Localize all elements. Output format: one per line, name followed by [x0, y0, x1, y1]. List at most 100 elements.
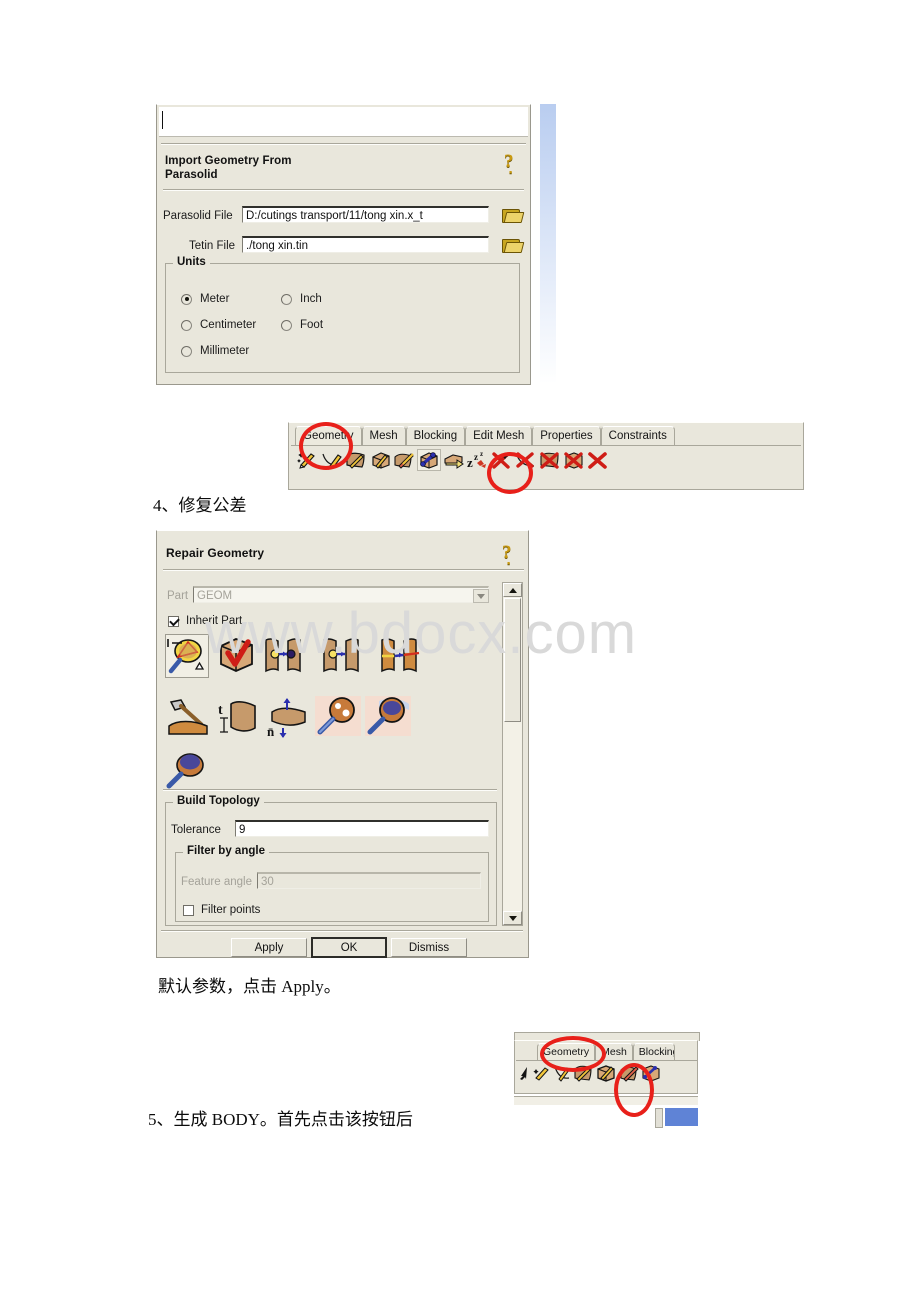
tab-label: Mesh [369, 430, 398, 442]
tab-constraints[interactable]: Constraints [600, 426, 675, 445]
delete-surface-icon[interactable] [539, 450, 561, 470]
unit-option-foot[interactable]: Foot [281, 319, 323, 331]
stitch-edges-icon[interactable] [379, 634, 431, 676]
help-question-icon[interactable]: ? ▪ [502, 543, 512, 568]
apply-button-label: Apply [254, 941, 284, 954]
ok-button[interactable]: OK [311, 937, 387, 958]
tab-label: Constraints [608, 430, 667, 442]
divider-top [161, 143, 526, 145]
delete-any-icon[interactable] [587, 450, 609, 470]
build-topology-icon[interactable] [215, 634, 257, 676]
tab-blocking[interactable]: Blocking [405, 426, 466, 445]
create-body-icon[interactable] [595, 1063, 617, 1083]
tetin-file-input[interactable]: ./tong xin.tin [242, 236, 489, 253]
unit-option-inch[interactable]: Inch [281, 293, 322, 305]
caption-apply-note: 默认参数，点击 Apply。 [158, 977, 341, 996]
tab-label: Blocking [638, 1046, 675, 1058]
caption-step-5: 5、生成 BODY。首先点击该按钮后 [148, 1110, 413, 1129]
inspect-surface-icon[interactable] [365, 696, 411, 736]
check-geometry-icon[interactable] [165, 750, 211, 790]
adjust-normals-icon[interactable]: n̄ [265, 696, 311, 740]
ok-button-label: OK [340, 941, 358, 954]
folder-open-icon[interactable] [502, 207, 525, 223]
divider-under-title [163, 569, 524, 571]
unit-option-millimeter[interactable]: Millimeter [181, 345, 249, 357]
tab-properties[interactable]: Properties [532, 426, 601, 445]
tab-mesh[interactable]: Mesh [361, 426, 406, 445]
chevron-down-icon[interactable] [473, 589, 489, 603]
tetin-file-label: Tetin File [189, 240, 236, 252]
window-edge-gradient [540, 104, 556, 384]
tab-label: Edit Mesh [473, 430, 525, 442]
build-diagnostic-topology-icon[interactable] [165, 634, 209, 678]
tab-blocking[interactable]: Blocking [632, 1043, 675, 1060]
match-edges-icon[interactable] [321, 634, 373, 676]
help-question-icon[interactable]: ? ▪ [504, 152, 514, 177]
tolerance-label: Tolerance [171, 824, 221, 836]
inherit-part-label: Inherit Part [186, 615, 243, 627]
radio-foot[interactable] [281, 319, 292, 331]
build-topology-group-label: Build Topology [173, 795, 264, 807]
selection-highlight-fragment [665, 1108, 698, 1126]
find-surface-icon[interactable] [315, 696, 361, 736]
unit-label-inch: Inch [300, 293, 322, 305]
units-group-label: Units [173, 256, 210, 268]
scrollbar-thumb[interactable] [504, 598, 521, 722]
unit-option-centimeter[interactable]: Centimeter [181, 319, 256, 331]
parasolid-file-input[interactable]: D:/cutings transport/11/tong xin.x_t [242, 206, 489, 223]
create-block-icon[interactable] [393, 450, 415, 470]
message-input[interactable] [159, 107, 528, 137]
dismiss-button-label: Dismiss [408, 941, 450, 954]
scroll-handle-fragment[interactable] [655, 1108, 663, 1128]
radio-centimeter[interactable] [181, 319, 192, 331]
tab-label: Properties [540, 430, 593, 442]
tabrow-underline [291, 445, 801, 446]
folder-open-icon[interactable] [502, 237, 525, 253]
parasolid-file-label: Parasolid File [163, 210, 233, 222]
feature-angle-input[interactable]: 30 [257, 872, 481, 889]
feature-angle-label: Feature angle [181, 876, 252, 888]
repair-geometry-icon[interactable] [417, 449, 441, 471]
tab-label: Blocking [413, 430, 458, 442]
filter-points-row[interactable]: Filter points [183, 904, 260, 916]
filter-points-checkbox[interactable] [183, 904, 194, 916]
radio-inch[interactable] [281, 293, 292, 305]
scroll-down-arrow-icon[interactable] [503, 911, 522, 925]
divider-above-buttons [161, 930, 523, 932]
close-holes-icon[interactable] [263, 634, 315, 676]
apply-button[interactable]: Apply [231, 938, 307, 957]
unit-option-meter[interactable]: Meter [181, 293, 229, 305]
tolerance-input[interactable]: 9 [235, 820, 489, 837]
filter-by-angle-group-label: Filter by angle [183, 845, 269, 857]
modify-surface-icon[interactable] [165, 696, 213, 740]
inherit-part-row[interactable]: Inherit Part [168, 615, 242, 627]
svg-text:t: t [218, 703, 223, 718]
adjust-thickness-icon[interactable]: t [217, 696, 261, 740]
caption-step-4: 4、修复公差 [153, 496, 247, 515]
unit-label-foot: Foot [300, 319, 324, 331]
create-body-icon[interactable] [369, 450, 391, 470]
dismiss-button[interactable]: Dismiss [391, 938, 467, 957]
inherit-part-checkbox[interactable] [168, 615, 179, 627]
tab-edit-mesh[interactable]: Edit Mesh [465, 426, 533, 445]
radio-millimeter[interactable] [181, 345, 192, 357]
import-dialog-title-line1: Import Geometry From [165, 155, 292, 167]
cursor-arrow-icon[interactable] [517, 1063, 531, 1083]
import-geometry-dialog: Import Geometry From Parasolid ? ▪ Paraso… [156, 104, 531, 385]
restore-dormant-icon[interactable]: z z z [467, 450, 489, 470]
repair-dialog-title: Repair Geometry [166, 546, 265, 560]
scroll-up-arrow-icon[interactable] [503, 583, 522, 597]
repair-dialog-scrollbar[interactable] [502, 582, 523, 926]
part-combobox[interactable]: GEOM [193, 586, 489, 603]
unit-label-millimeter: Millimeter [200, 345, 250, 357]
repair-dialog-buttonbar: Apply OK Dismiss [231, 937, 467, 958]
annotation-circle-geometry-tab [299, 422, 353, 470]
annotation-circle-geometry-tab-small [540, 1036, 606, 1072]
annotation-circle-body-icon-small [614, 1063, 654, 1117]
delete-body-icon[interactable] [563, 450, 585, 470]
transform-geometry-icon[interactable] [443, 450, 465, 470]
text-caret [162, 111, 163, 129]
radio-meter[interactable] [181, 293, 192, 305]
divider-under-title [163, 189, 524, 191]
part-value: GEOM [197, 590, 233, 602]
